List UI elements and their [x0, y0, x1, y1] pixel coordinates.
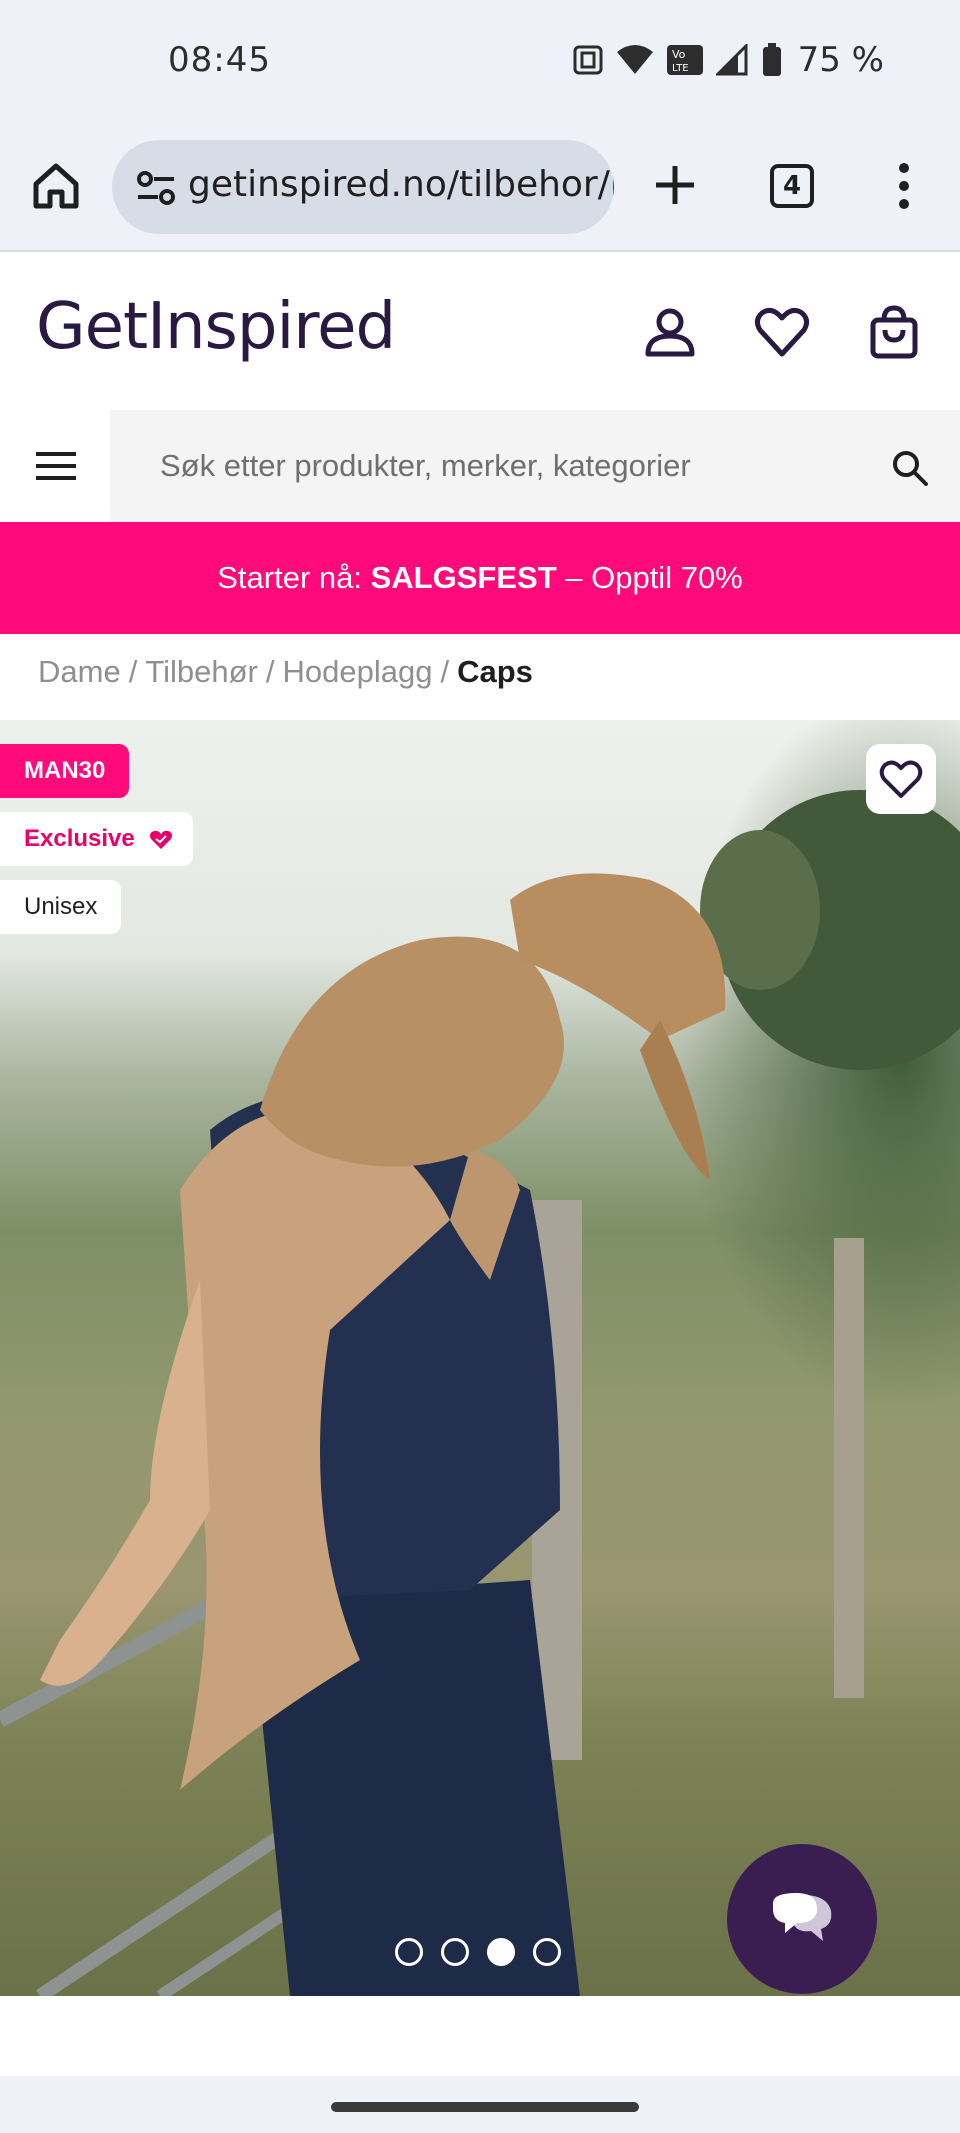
gesture-handle[interactable] — [331, 2102, 639, 2112]
breadcrumb-link[interactable]: Hodeplagg — [283, 654, 433, 689]
chat-button[interactable] — [727, 1844, 877, 1994]
promo-prefix: Starter nå: — [217, 560, 362, 595]
breadcrumb-link[interactable]: Tilbehør — [145, 654, 258, 689]
discount-badge: MAN30 — [0, 744, 130, 798]
svg-text:Vo: Vo — [672, 48, 686, 61]
more-options-icon[interactable] — [886, 160, 922, 212]
search-row — [0, 410, 960, 522]
svg-text:LTE: LTE — [672, 63, 689, 74]
volte-icon: Vo LTE — [666, 45, 703, 75]
site-logo[interactable]: GetInspired — [36, 290, 396, 364]
carousel-dot-active[interactable] — [487, 1938, 515, 1966]
wishlist-icon[interactable] — [752, 302, 812, 362]
heart-icon — [150, 830, 173, 849]
carousel-dot[interactable] — [533, 1938, 561, 1966]
chat-icon — [773, 1893, 832, 1941]
nfc-icon — [573, 45, 603, 75]
promo-suffix: – Opptil 70% — [565, 560, 743, 595]
exclusive-badge: Exclusive — [0, 812, 194, 866]
carousel-dot[interactable] — [395, 1938, 423, 1966]
breadcrumb-current: Caps — [457, 654, 533, 689]
wifi-icon — [616, 45, 653, 74]
breadcrumb-link[interactable]: Dame — [38, 654, 121, 689]
address-bar[interactable]: getinspired.no/tilbehor/hodeplagg/caps — [112, 140, 614, 234]
cart-icon[interactable] — [864, 302, 924, 362]
carousel-indicators — [395, 1938, 561, 1966]
gender-badge: Unisex — [0, 880, 122, 934]
product-image-gallery[interactable]: MAN30 Exclusive Unisex — [0, 720, 960, 1996]
new-tab-icon[interactable] — [650, 160, 700, 210]
browser-toolbar: getinspired.no/tilbehor/hodeplagg/caps 4 — [0, 122, 960, 252]
status-bar: 08:45 Vo LTE 75 % — [0, 0, 960, 122]
add-to-wishlist-button[interactable] — [866, 744, 936, 814]
product-photo — [0, 790, 960, 1996]
hamburger-icon — [36, 452, 76, 480]
menu-button[interactable] — [0, 410, 110, 522]
home-icon[interactable] — [30, 160, 82, 212]
search-input[interactable] — [112, 410, 872, 522]
battery-percent: 75 % — [797, 40, 884, 80]
site-settings-icon[interactable] — [134, 166, 178, 210]
battery-icon — [762, 43, 781, 76]
status-icons: Vo LTE 75 % — [572, 40, 884, 80]
promo-highlight: SALGSFEST — [370, 560, 557, 595]
status-time: 08:45 — [168, 40, 271, 80]
signal-icon — [715, 44, 748, 76]
site-header: GetInspired — [0, 252, 960, 410]
heart-outline-icon — [879, 760, 923, 798]
tab-switcher-button[interactable]: 4 — [770, 164, 814, 208]
carousel-dot[interactable] — [441, 1938, 469, 1966]
account-icon[interactable] — [640, 302, 700, 362]
exclusive-label: Exclusive — [24, 825, 135, 852]
breadcrumb: Dame / Tilbehør / Hodeplagg / Caps — [38, 654, 533, 689]
navigation-gesture-area — [0, 2076, 960, 2133]
url-text[interactable]: getinspired.no/tilbehor/hodeplagg/caps — [188, 164, 614, 205]
promo-banner[interactable]: Starter nå: SALGSFEST – Opptil 70% — [0, 522, 960, 634]
search-icon[interactable] — [890, 448, 930, 488]
